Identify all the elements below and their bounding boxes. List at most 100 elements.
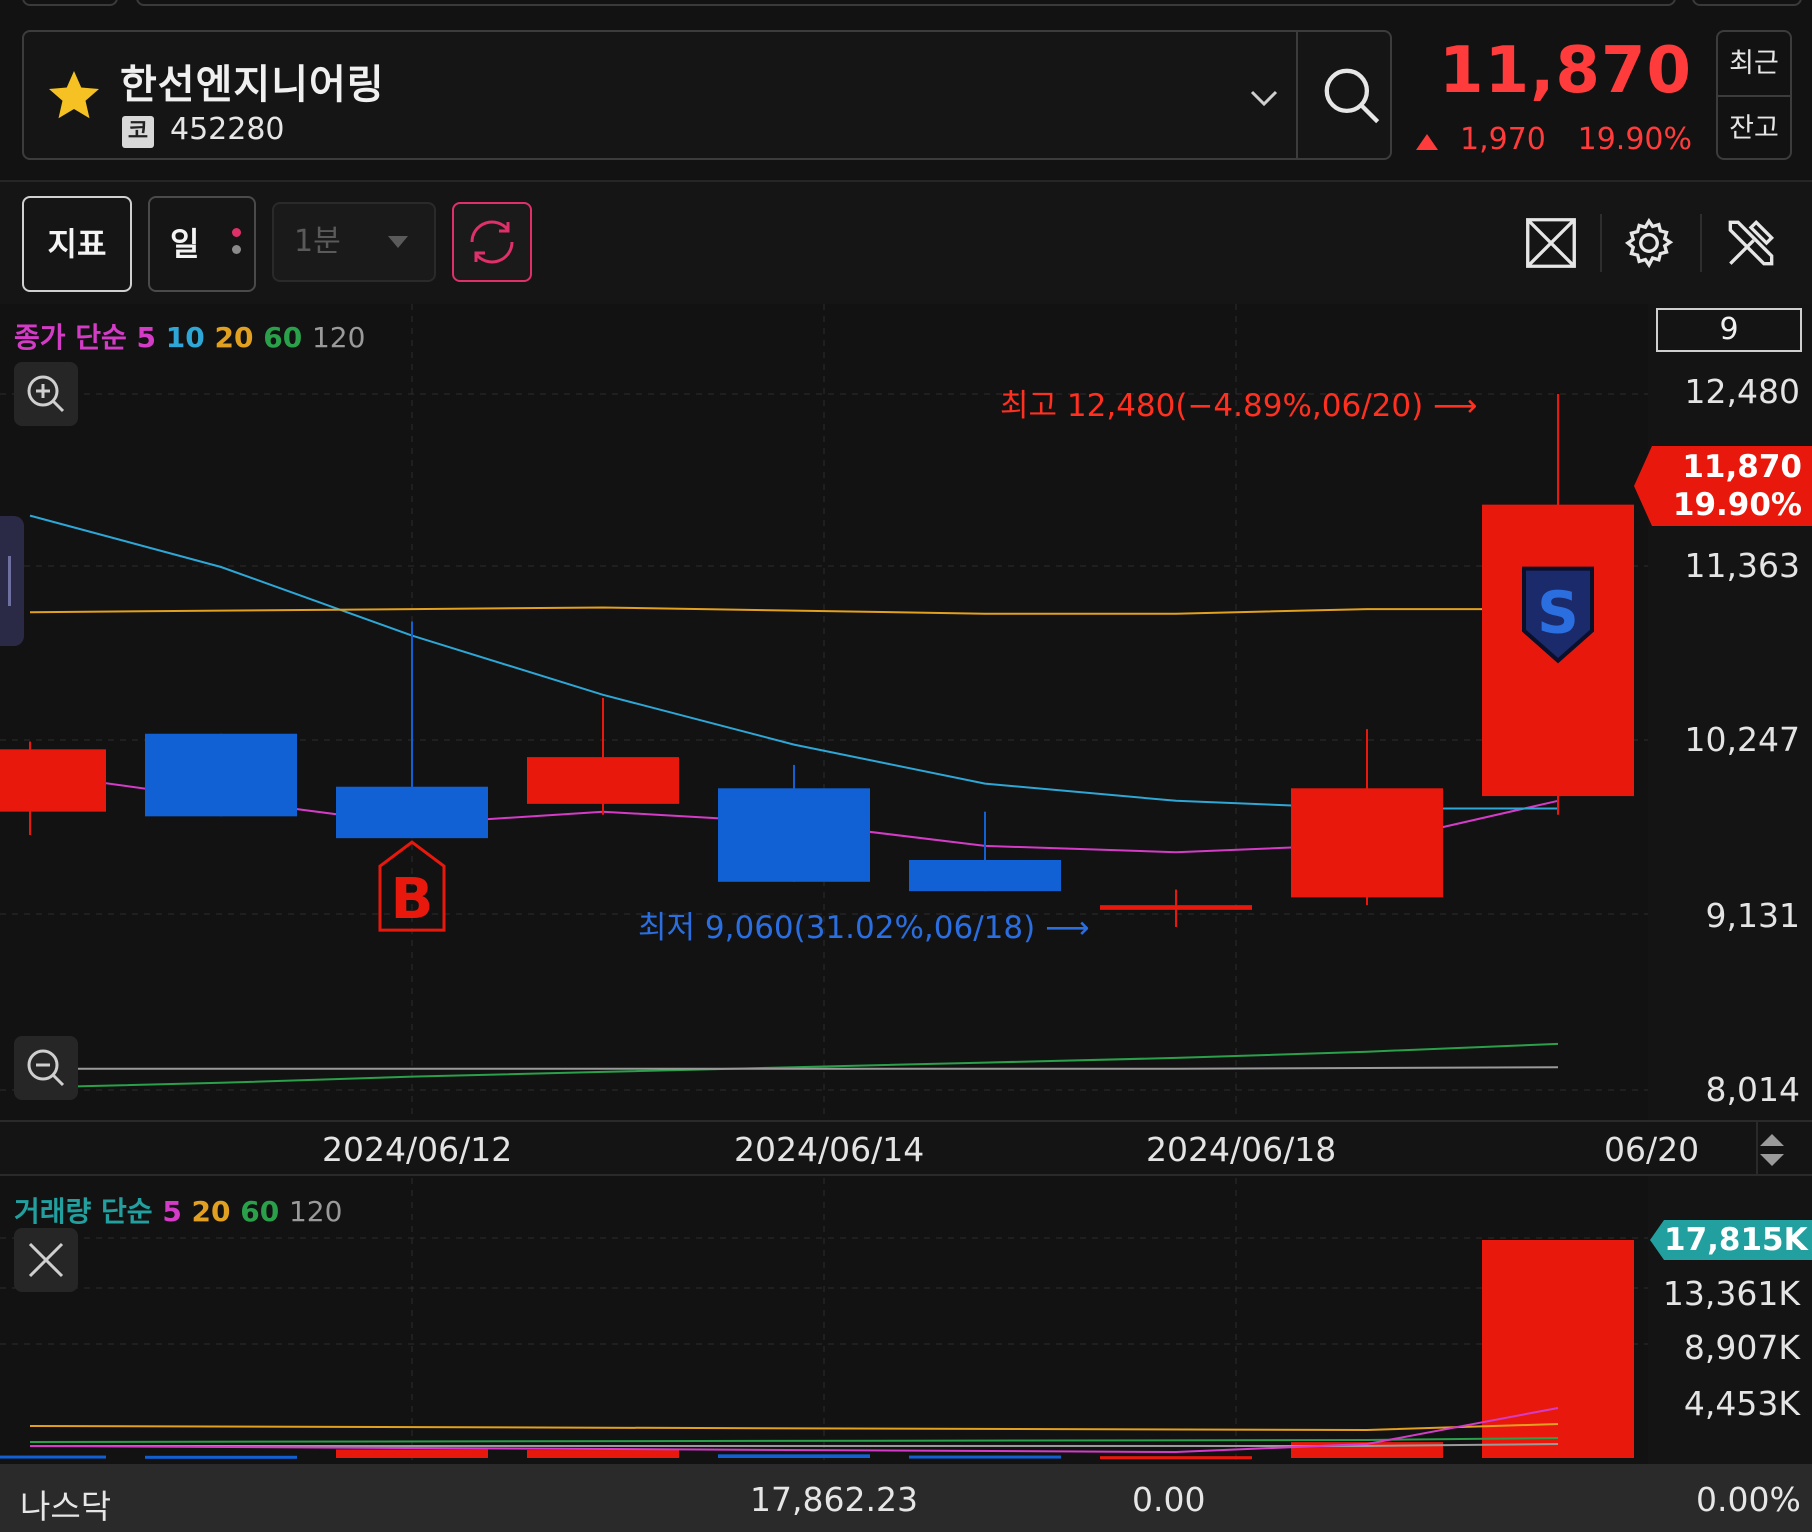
candle-body [1291,788,1443,898]
ma-legend-prefix: 종가 단순 [14,321,127,354]
balance-button[interactable]: 잔고 [1718,95,1790,158]
caret-down-icon [388,236,408,248]
date-axis[interactable]: 2024/06/12 2024/06/14 2024/06/18 06/20 [0,1120,1812,1178]
volume-legend-prefix: 거래량 단순 [14,1195,153,1228]
index-change: 0.00 [1132,1480,1206,1519]
toolbar-divider [1600,214,1602,272]
volume-tick: 13,361K [1662,1274,1800,1313]
x-tick: 2024/06/14 [734,1130,925,1169]
minute-select[interactable]: 1분 [272,202,436,282]
candle-body [1100,905,1252,910]
volume-ma-20 [29,1423,1559,1432]
high-annotation: 최고 12,480(−4.89%,06/20) ⟶ [1000,388,1478,424]
stock-selector[interactable]: 한선엔지니어링 코 452280 [22,30,1392,160]
current-price-tag: 11,870 19.90% [1634,446,1812,526]
price-chart[interactable]: BS [0,304,1812,1464]
volume-bar [145,1455,297,1459]
y-tick: 9,131 [1705,896,1800,935]
stock-name: 한선엔지니어링 [120,62,385,108]
ma-legend[interactable]: 종가 단순 5 10 20 60 120 [14,316,365,356]
top-strip [0,0,1812,10]
indicator-button[interactable]: 지표 [22,196,132,292]
minute-label: 1분 [294,224,341,259]
x-tick: 2024/06/18 [1146,1130,1337,1169]
volume-legend-5: 5 [162,1195,182,1228]
candle-body [527,757,679,804]
ma-legend-10: 10 [165,321,205,354]
volume-tick: 4,453K [1683,1384,1800,1423]
ma-legend-120: 120 [311,321,366,354]
star-icon[interactable] [44,66,104,126]
ma-line-60 [29,1042,1559,1089]
y-tick: 11,363 [1684,546,1800,585]
up-down-arrow-icon[interactable] [1752,1128,1792,1172]
candle-body [718,788,870,882]
close-volume-button[interactable] [14,1228,78,1292]
top-back-button[interactable] [22,0,118,6]
index-ticker-bar[interactable]: 나스닥 17,862.23 0.00 0.00% [0,1464,1812,1532]
expand-icon[interactable] [1520,212,1582,274]
top-menu-button[interactable] [1692,0,1802,6]
period-label: 일 [170,225,200,263]
candle-body [909,859,1061,892]
volume-legend[interactable]: 거래량 단순 5 20 60 120 [14,1190,342,1230]
current-price-tag-rate: 19.90% [1672,487,1802,523]
candle-body [336,786,488,839]
period-button[interactable]: 일 [148,196,256,292]
volume-legend-60: 60 [240,1195,280,1228]
toolbar-divider [1700,214,1702,272]
y-tick: 12,480 [1684,372,1800,411]
price-axis[interactable] [1648,304,1812,1120]
ma-legend-5: 5 [136,321,157,354]
candle-body [0,749,106,812]
zoom-out-icon [27,1049,65,1087]
volume-bar [1100,1456,1252,1460]
gear-icon[interactable] [1618,212,1680,274]
low-annotation: 최저 9,060(31.02%,06/18) ⟶ [638,910,1090,946]
index-rate: 0.00% [1696,1480,1801,1519]
sell-signal-label: S [1537,579,1579,647]
current-price-tag-value: 11,870 [1682,449,1802,485]
index-name: 나스닥 [20,1487,112,1526]
top-tab-bar[interactable] [136,0,1676,6]
chevron-down-icon[interactable] [1246,80,1282,116]
refresh-button[interactable] [452,202,532,282]
zoom-out-button[interactable] [14,1036,78,1100]
candle-body [145,733,297,817]
volume-ma-60 [29,1437,1559,1443]
close-icon [28,1242,64,1278]
chart-area[interactable]: BS [0,304,1812,1464]
divider [1296,32,1298,158]
price-rate: 19.90% [1577,122,1692,157]
volume-legend-20: 20 [191,1195,231,1228]
y-tick: 8,014 [1705,1070,1800,1109]
market-badge: 코 [122,116,154,148]
volume-current-tag: 17,815K [1650,1220,1812,1260]
scale-box[interactable]: 9 [1656,308,1802,352]
volume-bar [527,1450,679,1458]
y-tick: 10,247 [1684,720,1800,759]
side-button-group: 최근 잔고 [1716,30,1792,160]
zoom-in-button[interactable] [14,362,78,426]
recent-button[interactable]: 최근 [1718,32,1790,95]
ma-legend-60: 60 [263,321,303,354]
ma-legend-20: 20 [214,321,254,354]
side-drawer-handle[interactable] [0,516,24,646]
current-price: 11,870 [1439,34,1692,108]
volume-bar [336,1449,488,1458]
stock-code: 452280 [170,112,285,147]
volume-tick: 8,907K [1683,1328,1800,1367]
zoom-in-icon [27,375,65,413]
refresh-icon [470,220,514,264]
ma-line-20 [29,606,1558,615]
price-change: 1,970 [1460,122,1546,157]
index-value: 17,862.23 [750,1480,918,1519]
search-icon[interactable] [1316,60,1390,134]
volume-legend-120: 120 [288,1195,343,1228]
more-dots-icon [232,228,242,262]
volume-bar [718,1454,870,1458]
tools-icon[interactable] [1720,212,1782,274]
buy-signal-label: B [391,867,434,932]
volume-bar [0,1455,106,1459]
x-tick: 2024/06/12 [322,1130,513,1169]
